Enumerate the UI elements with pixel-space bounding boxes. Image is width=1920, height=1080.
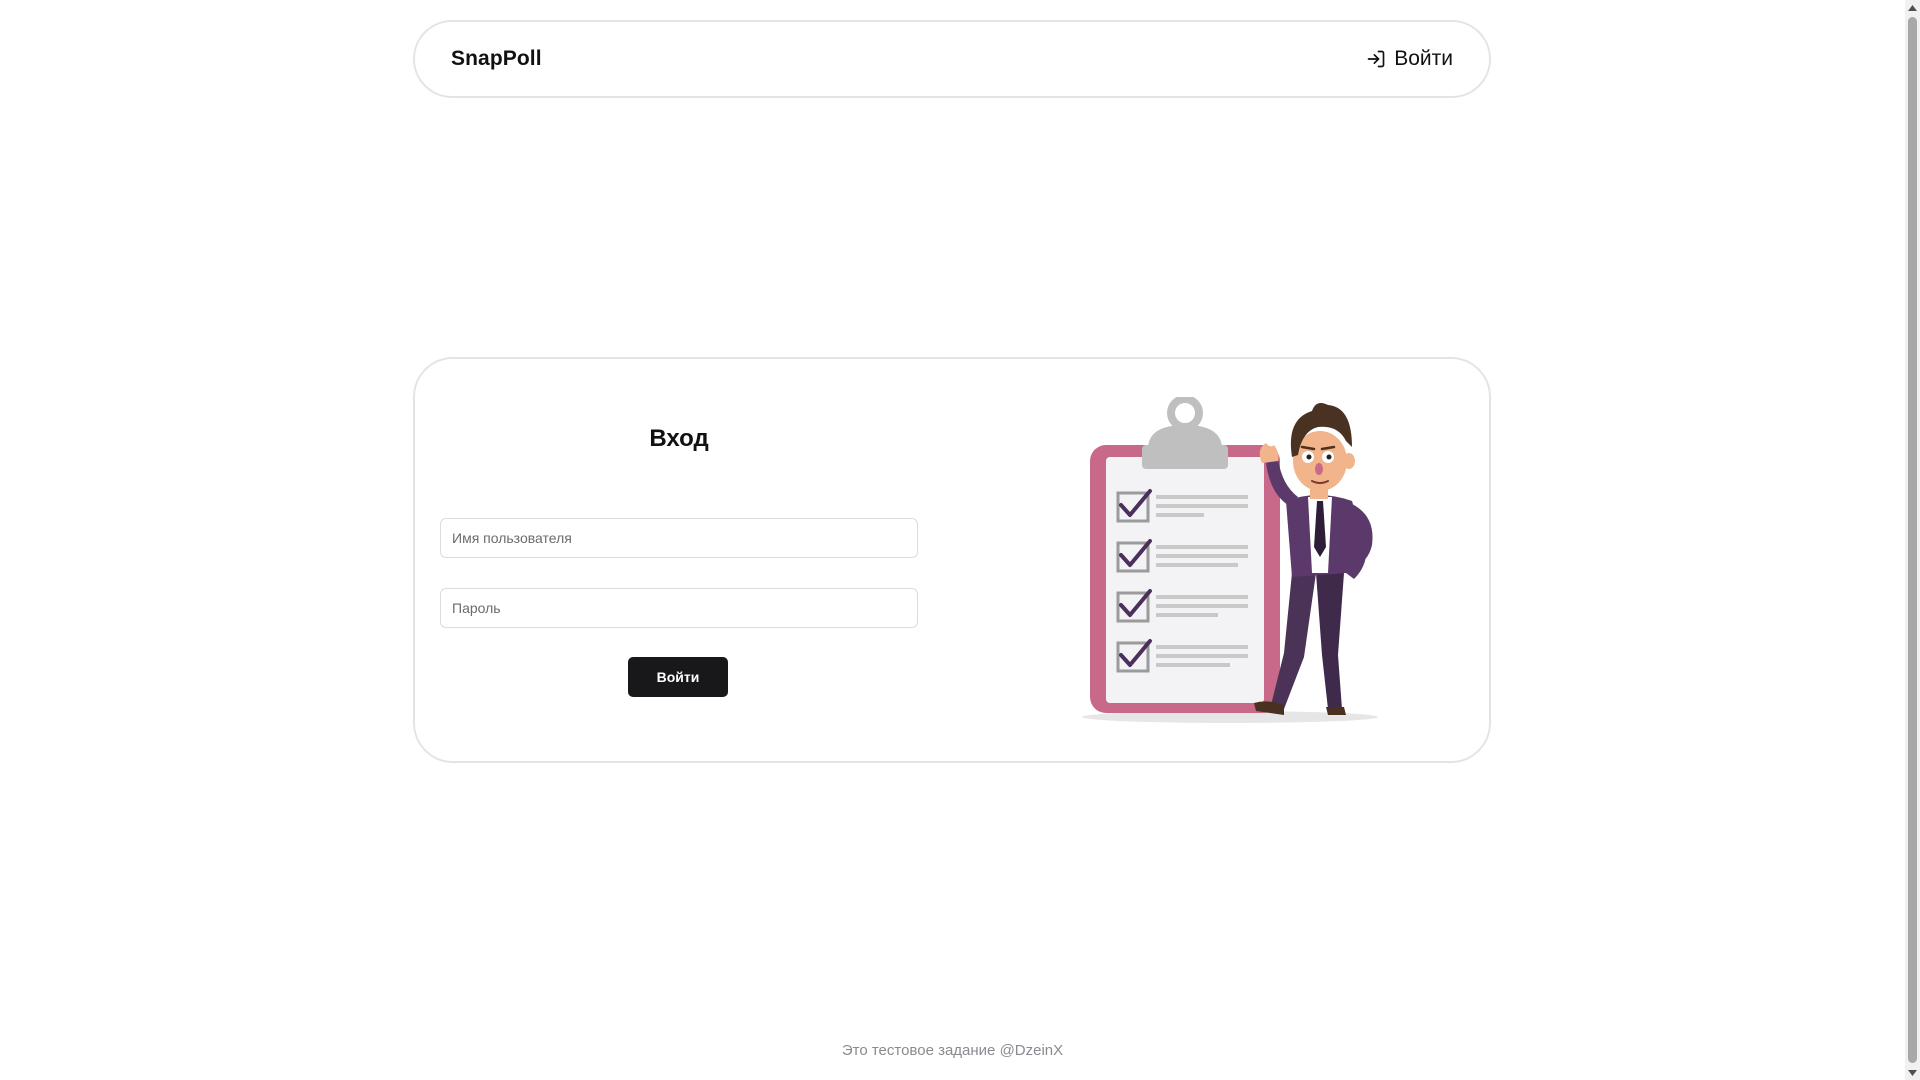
top-navbar: SnapPoll Войти xyxy=(413,20,1491,98)
header-login-label: Войти xyxy=(1394,47,1453,70)
footer-text: Это тестовое задание @DzeinX xyxy=(841,1042,1064,1059)
header-login-link[interactable]: Войти xyxy=(1366,47,1453,71)
password-input[interactable] xyxy=(440,588,918,628)
scroll-down-arrow-icon[interactable] xyxy=(1905,1065,1920,1080)
scrollbar-thumb[interactable] xyxy=(1908,17,1917,1063)
login-card: Вход Войти xyxy=(413,357,1491,763)
brand-logo-text[interactable]: SnapPoll xyxy=(451,47,542,71)
scroll-up-arrow-icon[interactable] xyxy=(1905,0,1920,15)
clip-ring xyxy=(1167,395,1203,431)
clip-base xyxy=(1142,445,1228,469)
vertical-scrollbar[interactable] xyxy=(1905,0,1920,1080)
log-in-icon xyxy=(1366,49,1386,69)
login-submit-button[interactable]: Войти xyxy=(628,657,728,697)
page: SnapPoll Войти Вход Войти xyxy=(0,0,1920,1080)
clipboard-checklist-illustration xyxy=(1070,395,1390,727)
username-input[interactable] xyxy=(440,518,918,558)
login-title: Вход xyxy=(649,425,709,452)
